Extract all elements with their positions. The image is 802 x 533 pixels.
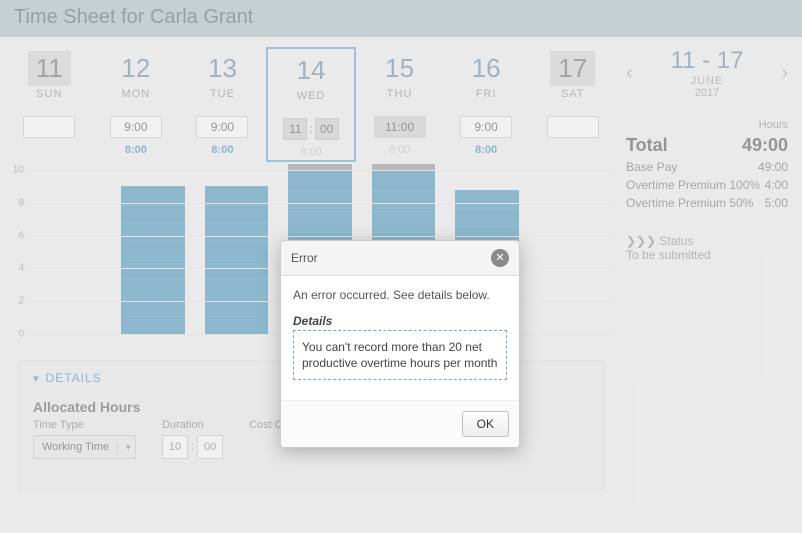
week-range-days: 11 - 17	[671, 47, 744, 75]
day-col-sun[interactable]: 11 SUN	[6, 47, 93, 162]
summary-value: 4:00	[765, 178, 788, 192]
duration-input[interactable]: 10 : 00	[162, 435, 223, 459]
day-of-week: SAT	[531, 88, 614, 100]
summary-key: Overtime Premium 100%	[626, 178, 760, 192]
y-tick: 10	[13, 165, 24, 176]
day-of-week: FRI	[445, 88, 528, 100]
day-number: 15	[377, 51, 422, 86]
status-value: To be submitted	[626, 248, 788, 262]
day-number: 16	[464, 51, 509, 86]
col-label-duration: Duration	[162, 419, 223, 431]
bar-slot	[111, 170, 194, 334]
summary-value: 5:00	[765, 196, 788, 210]
week-range-month: JUNE	[671, 75, 744, 87]
summary-row: Overtime Premium 100% 4:00	[626, 178, 788, 192]
y-tick: 2	[18, 296, 24, 307]
status-label: Status	[660, 234, 694, 248]
status-chevrons-icon: ❯❯❯	[626, 234, 656, 248]
page-title: Time Sheet for Carla Grant	[0, 0, 802, 37]
day-of-week: TUE	[181, 88, 264, 100]
ok-button[interactable]: OK	[462, 411, 509, 437]
y-tick: 0	[18, 329, 24, 340]
day-hours-input[interactable]: 9:00	[196, 116, 248, 138]
bar-slot	[28, 170, 111, 334]
day-hours-input[interactable]	[547, 116, 599, 138]
bar	[121, 186, 184, 334]
y-tick: 4	[18, 263, 24, 274]
day-of-week: THU	[358, 88, 441, 100]
day-number: 12	[113, 51, 158, 86]
summary-key: Base Pay	[626, 160, 677, 174]
summary-key: Total	[626, 135, 668, 156]
day-number: 11	[28, 51, 71, 86]
day-number: 13	[200, 51, 245, 86]
prev-week-button[interactable]: ‹	[626, 62, 633, 85]
time-type-select[interactable]: Working Time ▾	[33, 435, 136, 459]
day-col-mon[interactable]: 12 MON 9:00 8:00	[93, 47, 180, 162]
day-number: 14	[289, 53, 334, 88]
dialog-details-label: Details	[293, 314, 507, 328]
day-col-tue[interactable]: 13 TUE 9:00 8:00	[179, 47, 266, 162]
day-columns: 11 SUN 12 MON 9:00 8:00 13 TUE 9:00 8:00 14 WED 11:0…	[6, 47, 616, 162]
day-hours-input[interactable]: 11:00	[374, 116, 426, 138]
summary-row: Overtime Premium 50% 5:00	[626, 196, 788, 210]
y-tick: 6	[18, 230, 24, 241]
day-subvalue: 8:00	[270, 146, 353, 158]
summary-row: Total 49:00	[626, 135, 788, 156]
summary-value: 49:00	[742, 135, 788, 156]
day-subvalue: 8:00	[445, 144, 528, 156]
time-type-value: Working Time	[34, 441, 117, 453]
col-label-time-type: Time Type	[33, 419, 136, 431]
summary-row: Base Pay 49:00	[626, 160, 788, 174]
dropdown-icon: ▾	[117, 442, 135, 453]
day-col-wed[interactable]: 14 WED 11:00 8:00	[266, 47, 357, 162]
bar-slot	[529, 170, 612, 334]
day-hours-input[interactable]: 9:00	[460, 116, 512, 138]
day-of-week: MON	[95, 88, 178, 100]
bar-slot	[195, 170, 278, 334]
summary-value: 49:00	[758, 160, 788, 174]
bar	[205, 186, 268, 334]
summary-key: Overtime Premium 50%	[626, 196, 753, 210]
close-icon[interactable]: ✕	[491, 249, 509, 267]
duration-minutes[interactable]: 00	[197, 435, 223, 459]
day-of-week: SUN	[8, 88, 91, 100]
day-subvalue: 8:00	[358, 144, 441, 156]
day-col-thu[interactable]: 15 THU 11:00 8:00	[356, 47, 443, 162]
week-range-year: 2017	[671, 87, 744, 99]
hours-column-label: Hours	[626, 119, 788, 131]
y-tick: 8	[18, 197, 24, 208]
day-subvalue: 8:00	[95, 144, 178, 156]
day-hours-input[interactable]: 9:00	[110, 116, 162, 138]
next-week-button[interactable]: ›	[781, 62, 788, 85]
dialog-details-text: You can't record more than 20 net produc…	[293, 330, 507, 380]
day-of-week: WED	[270, 90, 353, 102]
day-number: 17	[550, 51, 595, 86]
chevron-down-icon: ▾	[33, 372, 40, 385]
duration-hours[interactable]: 10	[162, 435, 188, 459]
week-range: 11 - 17 JUNE 2017	[671, 47, 744, 99]
error-dialog: Error ✕ An error occurred. See details b…	[280, 240, 520, 448]
details-header-label: DETAILS	[46, 371, 102, 385]
day-col-sat[interactable]: 17 SAT	[529, 47, 616, 162]
day-subvalue: 8:00	[181, 144, 264, 156]
day-col-fri[interactable]: 16 FRI 9:00 8:00	[443, 47, 530, 162]
day-hours-input[interactable]: 11:00	[280, 118, 342, 140]
day-hours-input[interactable]	[23, 116, 75, 138]
dialog-title: Error	[291, 251, 318, 265]
dialog-message: An error occurred. See details below.	[293, 288, 507, 302]
